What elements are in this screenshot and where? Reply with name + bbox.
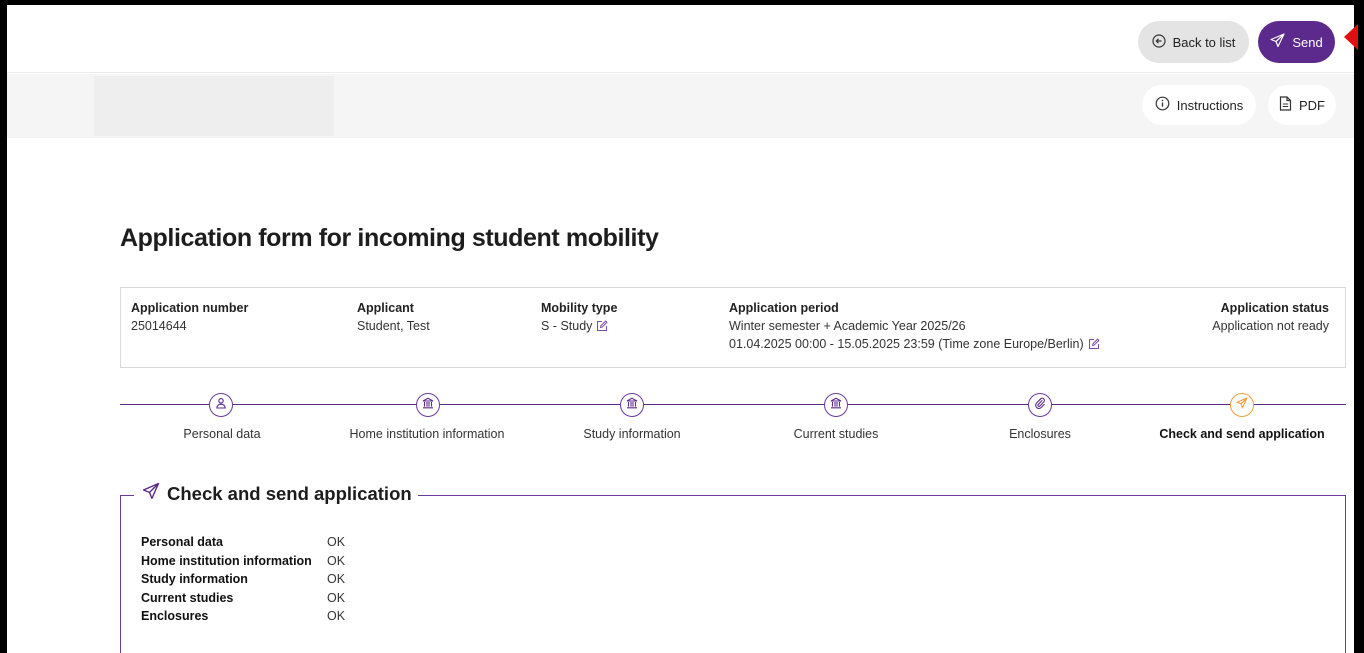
applicant-field: Applicant Student, Test (357, 299, 430, 335)
step-study-information[interactable] (620, 393, 644, 417)
step-label-study-information[interactable]: Study information (583, 427, 680, 441)
edit-period-icon[interactable] (1088, 337, 1100, 355)
list-item: Enclosures OK (141, 607, 345, 626)
edit-mobility-type-icon[interactable] (596, 319, 609, 337)
progress-line (120, 404, 1346, 405)
application-status-value: Application not ready (1212, 319, 1329, 333)
check-status-list: Personal data OK Home institution inform… (141, 533, 345, 626)
send-icon (142, 482, 160, 505)
send-icon (1236, 396, 1248, 414)
mobility-type-label: Mobility type (541, 301, 618, 315)
check-item-label: Home institution information (141, 553, 312, 568)
check-item-label: Enclosures (141, 609, 209, 623)
step-label-check-and-send[interactable]: Check and send application (1159, 427, 1324, 441)
paperclip-icon (1034, 396, 1046, 414)
institution-icon (626, 396, 638, 414)
check-item-status: OK (327, 572, 346, 586)
step-check-and-send[interactable] (1230, 393, 1254, 417)
application-period-field: Application period Winter semester + Aca… (729, 299, 1100, 355)
check-send-title: Check and send application (167, 482, 412, 504)
mobility-type-value: S - Study (541, 319, 593, 333)
list-item: Current studies OK (141, 589, 345, 608)
application-status-label: Application status (1220, 301, 1329, 315)
logo-placeholder (94, 76, 334, 136)
info-icon (1155, 96, 1170, 114)
window-edge (1354, 5, 1364, 653)
instructions-button[interactable]: Instructions (1142, 85, 1256, 125)
check-item-status: OK (327, 535, 346, 549)
application-number-field: Application number 25014644 (131, 299, 248, 335)
send-label: Send (1292, 34, 1323, 50)
list-item: Personal data OK (141, 533, 345, 552)
application-summary: Application number 25014644 Applicant St… (120, 287, 1346, 368)
check-item-status: OK (327, 590, 346, 605)
top-toolbar: Back to list Send (7, 5, 1354, 73)
document-icon (1279, 96, 1292, 114)
application-number-label: Application number (131, 301, 249, 315)
institution-icon (422, 396, 434, 414)
application-period-semester: Winter semester + Academic Year 2025/26 (729, 319, 966, 333)
pdf-label: PDF (1299, 97, 1325, 113)
send-button[interactable]: Send (1258, 21, 1335, 63)
back-arrow-icon (1151, 33, 1166, 51)
step-current-studies[interactable] (824, 393, 848, 417)
send-icon (1270, 33, 1285, 51)
step-label-enclosures[interactable]: Enclosures (1009, 427, 1071, 441)
person-icon (215, 396, 227, 414)
applicant-value: Student, Test (357, 319, 430, 333)
institution-icon (830, 396, 842, 414)
back-to-list-label: Back to list (1172, 34, 1236, 50)
page-title: Application form for incoming student mo… (120, 224, 659, 252)
mobility-type-field: Mobility type S - Study (541, 299, 617, 337)
check-item-status: OK (327, 609, 346, 623)
check-item-label: Study information (141, 572, 248, 586)
application-number-value: 25014644 (131, 319, 187, 333)
step-personal-data[interactable] (209, 393, 233, 417)
application-status-field: Application status Application not ready (1212, 299, 1329, 335)
check-item-label: Current studies (141, 590, 234, 605)
step-home-institution[interactable] (416, 393, 440, 417)
step-enclosures[interactable] (1028, 393, 1052, 417)
applicant-label: Applicant (357, 301, 414, 315)
secondary-toolbar: Instructions PDF (7, 74, 1354, 138)
step-label-current-studies[interactable]: Current studies (794, 427, 879, 441)
back-to-list-button[interactable]: Back to list (1138, 21, 1249, 63)
annotation-arrow (1344, 24, 1358, 50)
list-item: Study information OK (141, 570, 345, 589)
check-item-status: OK (327, 553, 346, 568)
instructions-label: Instructions (1176, 97, 1244, 113)
check-item-label: Personal data (141, 535, 223, 549)
application-period-label: Application period (729, 301, 839, 315)
step-label-personal-data[interactable]: Personal data (183, 427, 260, 441)
check-send-heading: Check and send application (134, 482, 418, 505)
step-label-home-institution[interactable]: Home institution information (350, 427, 505, 441)
list-item: Home institution information OK (141, 552, 345, 571)
application-period-dates: 01.04.2025 00:00 - 15.05.2025 23:59 (Tim… (729, 337, 1084, 351)
pdf-button[interactable]: PDF (1268, 85, 1336, 125)
